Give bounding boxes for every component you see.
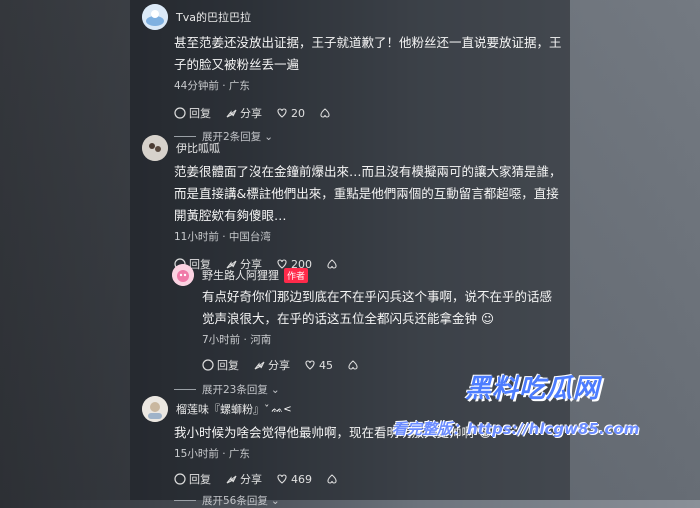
dislike-icon (348, 360, 358, 370)
dislike-icon (320, 108, 330, 118)
expand-replies[interactable]: 展开23条回复 ⌄ (174, 382, 280, 397)
like-button[interactable]: 45 (304, 359, 333, 372)
user-avatar[interactable] (142, 396, 168, 422)
comment-text-content: 有点好奇你们那边到底在不在乎闪兵这个事啊，说不在乎的话感觉声浪很大，在乎的话这五… (202, 289, 553, 326)
user-avatar[interactable] (142, 135, 168, 161)
comment-item: 榴莲味『螺螄粉』ˇ ᨐ< 我小时候为啥会觉得他最帅啊，现在看明明敖犬更帅啊 😂 … (142, 396, 562, 508)
expand-label: 展开23条回复 (202, 384, 268, 396)
like-count: 45 (319, 358, 333, 372)
dislike-button[interactable] (347, 359, 359, 371)
heart-icon (277, 108, 287, 118)
username[interactable]: 野生路人阿狸狸 (202, 267, 279, 283)
comment-text: 甚至范姜还没放出证据，王子就道歉了！他粉丝还一直说要放证据，王子的脸又被粉丝丢一… (174, 35, 562, 72)
expand-label: 展开56条回复 (202, 495, 268, 507)
heart-icon (277, 474, 287, 484)
comment-text: 有点好奇你们那边到底在不在乎闪兵这个事啊，说不在乎的话感觉声浪很大，在乎的话这五… (202, 286, 562, 330)
like-button[interactable]: 20 (276, 107, 305, 120)
share-label: 分享 (240, 473, 262, 486)
user-avatar[interactable] (142, 4, 168, 30)
share-label: 分享 (240, 107, 262, 120)
dislike-icon (327, 474, 337, 484)
share-label: 分享 (268, 359, 290, 372)
share-button[interactable]: 分享 (225, 105, 262, 121)
reply-label: 回复 (217, 359, 239, 372)
username[interactable]: Tva的巴拉巴拉 (176, 9, 251, 25)
reply-button[interactable]: 回复 (174, 105, 211, 121)
dislike-button[interactable] (319, 107, 331, 119)
reply-button[interactable]: 回复 (174, 471, 211, 487)
chevron-down-icon: ⌄ (270, 383, 280, 396)
comment-meta: 15小时前 · 广东 (174, 448, 250, 460)
share-button[interactable]: 分享 (253, 357, 290, 373)
comment-meta: 7小时前 · 河南 (202, 334, 272, 346)
comment-text: 范姜很體面了沒在金鐘前爆出來…而且沒有模擬兩可的讓大家猜是誰，而是直接講&標註他… (174, 164, 562, 223)
reply-icon (174, 473, 186, 485)
username[interactable]: 榴莲味『螺螄粉』ˇ (176, 401, 270, 417)
like-count: 20 (291, 106, 305, 120)
dislike-button[interactable] (326, 473, 338, 485)
share-icon (226, 475, 237, 484)
author-badge: 作者 (284, 267, 309, 283)
comment-meta: 44分钟前 · 广东 (174, 80, 250, 92)
like-count: 469 (291, 472, 312, 486)
reply-label: 回复 (189, 473, 211, 486)
deco-emoticon-icon: ᨐ< (271, 403, 292, 415)
comment-item: 伊比呱呱 范姜很體面了沒在金鐘前爆出來…而且沒有模擬兩可的讓大家猜是誰，而是直接… (142, 135, 562, 272)
like-button[interactable]: 469 (276, 473, 312, 486)
share-button[interactable]: 分享 (225, 471, 262, 487)
comment-item: Tva的巴拉巴拉 甚至范姜还没放出证据，王子就道歉了！他粉丝还一直说要放证据，王… (142, 4, 562, 144)
share-icon (254, 361, 265, 370)
reply-item: 野生路人阿狸狸 作者 有点好奇你们那边到底在不在乎闪兵这个事啊，说不在乎的话感觉… (172, 264, 562, 373)
watermark-title: 黑料吃瓜网 (465, 374, 601, 404)
user-avatar[interactable] (172, 264, 194, 286)
expand-replies[interactable]: 展开56条回复 ⌄ (174, 493, 562, 508)
chevron-down-icon: ⌄ (270, 494, 280, 507)
reply-label: 回复 (189, 107, 211, 120)
reply-button[interactable]: 回复 (202, 357, 239, 373)
reply-icon (174, 107, 186, 119)
reply-icon (202, 359, 214, 371)
expand-line (174, 500, 196, 501)
smile-emoji-icon: ☺ (481, 311, 495, 326)
username[interactable]: 伊比呱呱 (176, 140, 220, 156)
share-icon (226, 109, 237, 118)
watermark-url: 看完整版：https://hlcgw85.com (392, 420, 640, 438)
comment-meta: 11小时前 · 中国台湾 (174, 231, 271, 243)
background-left (0, 0, 130, 500)
heart-icon (305, 360, 315, 370)
expand-line (174, 389, 196, 390)
